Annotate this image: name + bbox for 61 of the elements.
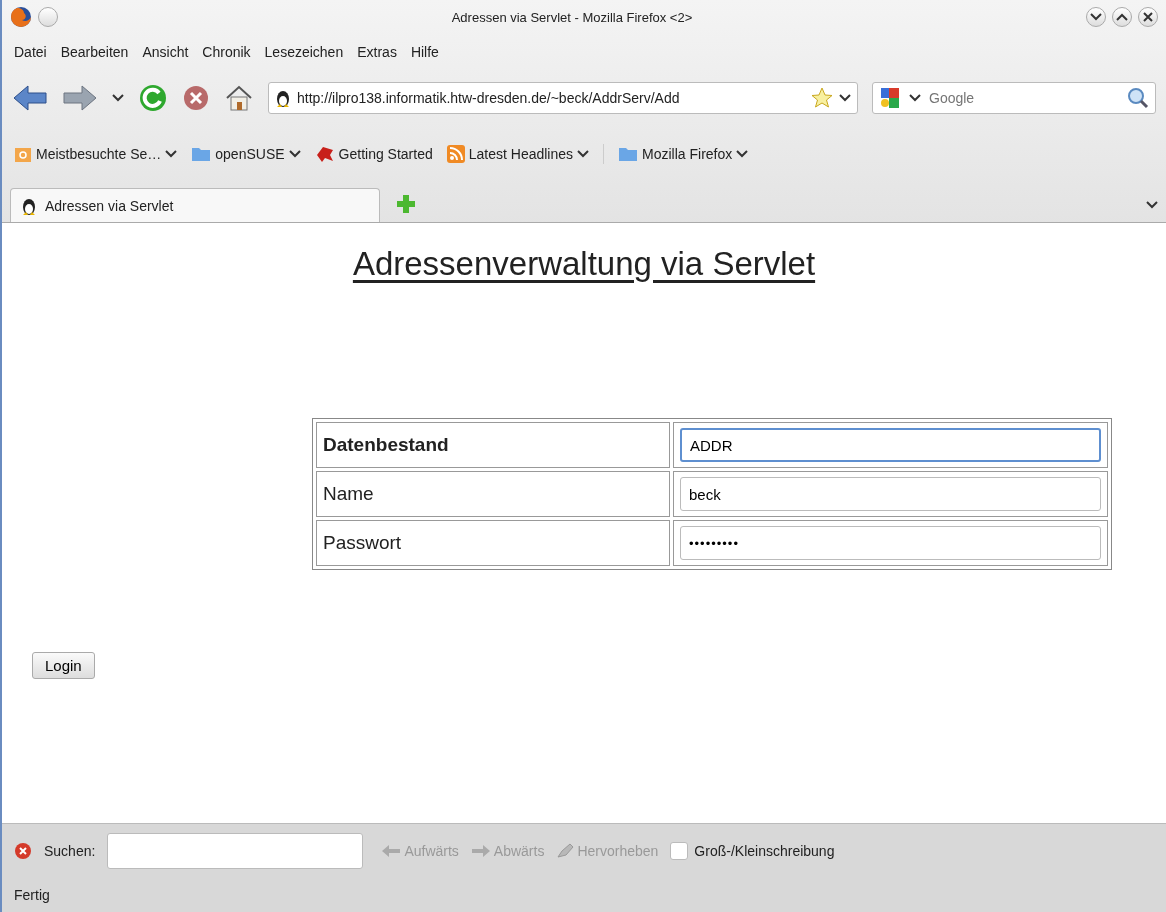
folder-icon [618,146,639,162]
bookmark-item[interactable]: Mozilla Firefox [618,146,749,162]
chevron-down-icon [736,150,749,158]
chevron-down-icon [288,150,301,158]
arrow-right-icon [470,844,491,858]
input-field[interactable]: ADDR [680,428,1101,462]
stop-icon[interactable] [182,84,210,112]
login-button[interactable]: Login [32,652,95,679]
page-heading: Adressenverwaltung via Servlet [351,245,817,283]
highlighter-icon [556,843,575,859]
arrow-left-icon [381,844,402,858]
checkbox[interactable] [670,842,689,860]
status-text: Fertig [14,887,50,903]
chevron-down-icon [577,150,590,158]
window-title: Adressen via Servlet - Mozilla Firefox <2> [450,9,694,25]
bookmark-item[interactable]: Getting Started [314,145,433,163]
field-label: Name [316,471,670,517]
close-button[interactable] [1138,7,1158,27]
field-label: Passwort [316,520,670,566]
close-icon [1143,12,1153,22]
menu-item[interactable]: Ansicht [142,44,189,60]
bookmark-item[interactable]: openSUSE [191,146,301,162]
chevron-down-icon [909,94,921,102]
folder-search-icon [14,145,32,163]
minimize-button[interactable] [1086,7,1106,27]
firefox-logo-icon [10,6,32,28]
back-icon[interactable] [12,84,48,112]
menu-item[interactable]: Bearbeiten [60,44,129,60]
dragon-icon [314,145,335,163]
bookmark-item[interactable]: Meistbesuchte Se… [14,145,178,163]
menu-item[interactable]: Extras [357,44,397,60]
chevron-down-icon [165,150,178,158]
chevron-down-icon [1090,13,1102,21]
star-icon[interactable] [811,87,833,109]
checkbox-label: Groß-/Kleinschreibung [694,843,835,859]
search-bar[interactable]: Google [872,82,1156,114]
address-bar[interactable]: http://ilpro138.informatik.htw-dresden.de/~beck/AddrServ/Add [268,82,858,114]
browser-tab[interactable]: Adressen via Servlet [10,188,380,222]
menu-item[interactable]: Datei [14,44,47,60]
menu-item[interactable]: Chronik [202,44,251,60]
search-icon[interactable] [1127,87,1149,109]
chevron-up-icon [1116,13,1128,21]
menu-item[interactable]: Lesezeichen [264,44,344,60]
input-field[interactable]: beck [680,477,1101,511]
bookmark-item[interactable]: Latest Headlines [446,145,590,163]
chevron-down-icon [839,94,851,102]
find-field[interactable] [107,833,364,869]
maximize-button[interactable] [1112,7,1132,27]
password-field[interactable]: ••••••••• [680,526,1101,560]
menu-item[interactable]: Hilfe [410,44,439,60]
reload-icon[interactable] [138,83,168,113]
home-icon[interactable] [224,84,254,112]
close-icon[interactable] [14,842,32,860]
forward-icon[interactable] [62,84,98,112]
rss-feed-icon [446,145,465,163]
find-label: Suchen: [44,843,96,859]
folder-icon [191,146,212,162]
field-label: Datenbestand [316,422,670,468]
penguin-icon [275,88,291,108]
history-dropdown-icon [112,94,124,102]
tab-list-icon [1146,201,1158,209]
